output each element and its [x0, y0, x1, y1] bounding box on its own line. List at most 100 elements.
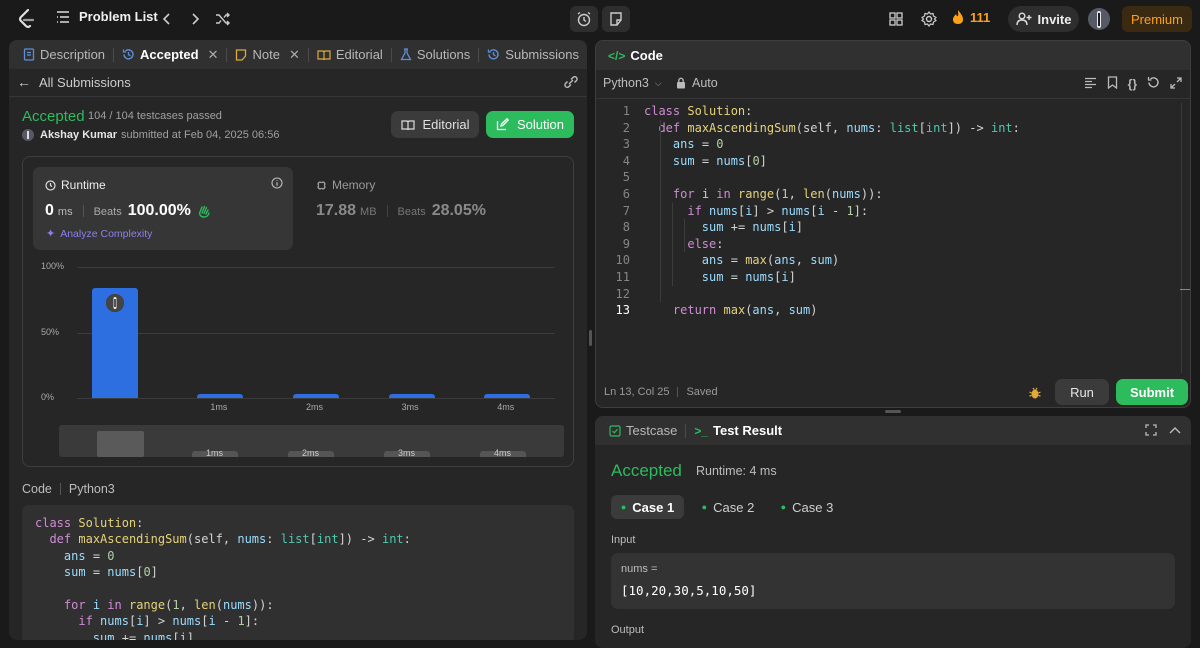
history-icon	[122, 49, 134, 60]
tab-submissions[interactable]: Submissions	[483, 40, 583, 69]
braces-icon[interactable]: {}	[1128, 77, 1137, 91]
code-brackets-icon: </>	[608, 48, 626, 63]
line-number: 4	[622, 153, 630, 168]
close-icon[interactable]: ✕	[208, 47, 219, 63]
tab-description[interactable]: Description	[19, 40, 109, 69]
memory-title: Memory	[316, 178, 375, 192]
expand-icon[interactable]	[1170, 76, 1182, 92]
case-tab-3[interactable]: ● Case 3	[773, 495, 841, 519]
fullscreen-icon[interactable]	[1145, 424, 1157, 439]
output-label: Output	[611, 624, 645, 636]
next-problem-icon[interactable]	[186, 10, 204, 28]
case-tab-1[interactable]: ● Case 1	[611, 495, 684, 519]
checkbox-icon	[609, 424, 621, 437]
runtime-value-row: 0 ms Beats 100.00%	[45, 202, 211, 220]
submission-status: Accepted	[22, 108, 85, 125]
chip-icon	[317, 180, 326, 190]
book-icon	[400, 119, 415, 130]
bookmark-icon[interactable]	[1107, 76, 1118, 92]
clock-icon	[45, 179, 56, 191]
terminal-icon: >_	[694, 423, 708, 438]
code-line[interactable]: for i in range(1, len(nums)):	[644, 186, 883, 203]
tab-solutions[interactable]: Solutions	[396, 40, 474, 69]
tab-testcase[interactable]: Testcase	[605, 416, 681, 445]
mini-tick-label: 3ms	[398, 448, 416, 458]
line-number: 13	[615, 303, 630, 318]
horizontal-resize-handle[interactable]	[885, 410, 901, 413]
code-line[interactable]: sum += nums[i]	[644, 219, 803, 236]
range-handle[interactable]	[97, 431, 144, 457]
tab-accepted[interactable]: Accepted ✕	[118, 40, 222, 69]
share-link-icon[interactable]	[563, 75, 579, 92]
prev-problem-icon[interactable]	[158, 10, 176, 28]
chart-range-selector[interactable]: 1ms 2ms 3ms 4ms	[59, 425, 564, 458]
solution-button[interactable]: Solution	[486, 111, 574, 138]
invite-button[interactable]: Invite	[1008, 6, 1079, 32]
code-line[interactable]: return max(ans, sum)	[644, 302, 818, 319]
result-tab-bar: Testcase >_ Test Result	[595, 416, 1191, 445]
debug-bug-icon[interactable]	[1028, 386, 1042, 403]
code-line[interactable]: ans = 0	[644, 136, 724, 153]
layout-grid-icon[interactable]	[886, 10, 906, 28]
memory-beats-label: Beats	[397, 206, 426, 218]
clap-icon	[198, 205, 210, 218]
settings-gear-icon[interactable]	[919, 10, 939, 28]
chart-bar[interactable]	[197, 394, 244, 398]
chart-bar[interactable]	[293, 394, 339, 398]
close-icon[interactable]: ✕	[289, 47, 300, 63]
notes-button[interactable]	[602, 6, 630, 32]
chart-bar[interactable]	[388, 394, 435, 398]
language-label: Python3	[603, 76, 649, 90]
all-submissions-label: All Submissions	[39, 74, 131, 90]
tab-editorial[interactable]: Editorial	[313, 40, 387, 69]
author-name[interactable]: Akshay Kumar	[40, 129, 117, 141]
leetcode-logo-icon[interactable]	[14, 8, 38, 30]
analyze-complexity-link[interactable]: ✦ Analyze Complexity	[46, 227, 152, 241]
edit-icon	[496, 118, 509, 131]
chart-bar[interactable]	[484, 394, 531, 398]
info-icon[interactable]	[271, 177, 283, 192]
code-line[interactable]: sum = nums[0]	[644, 153, 767, 170]
mini-tick-label: 4ms	[494, 448, 512, 458]
code-tab-bar: </> Code	[596, 41, 1190, 70]
submit-button[interactable]: Submit	[1116, 379, 1188, 405]
collapse-chevron-icon[interactable]	[1169, 424, 1181, 439]
tab-code[interactable]: </> Code	[604, 41, 667, 70]
code-editor[interactable]: 1 class Solution: 2 def maxAscendingSum(se…	[596, 103, 1176, 343]
memory-card[interactable]: Memory 17.88 MB Beats 28.05%	[306, 167, 556, 250]
avatar[interactable]	[1088, 8, 1110, 30]
tab-note-label: Note	[252, 47, 280, 62]
code-line[interactable]: class Solution:	[644, 103, 752, 120]
editorial-button[interactable]: Editorial	[391, 111, 479, 138]
problem-list-button[interactable]: Problem List	[56, 9, 158, 24]
reset-icon[interactable]	[1147, 76, 1160, 92]
case-tab-2[interactable]: ● Case 2	[694, 495, 762, 519]
memory-value-row: 17.88 MB Beats 28.05%	[316, 202, 486, 220]
vertical-resize-handle[interactable]	[589, 330, 592, 346]
lock-icon	[677, 77, 685, 89]
streak-counter[interactable]: 111	[952, 9, 990, 25]
auto-mode-toggle[interactable]: Auto	[676, 76, 718, 90]
language-selector[interactable]: Python3 ⌵	[603, 76, 662, 90]
shuffle-icon[interactable]	[214, 10, 232, 28]
gridline	[77, 398, 555, 399]
line-number: 9	[622, 236, 630, 251]
runtime-beats: 100.00%	[127, 202, 191, 219]
tab-test-result[interactable]: >_ Test Result	[690, 416, 786, 445]
code-line: sum = nums[0]	[63, 565, 158, 580]
timer-button[interactable]	[570, 6, 598, 32]
input-label: Input	[611, 534, 636, 546]
run-button[interactable]: Run	[1055, 379, 1109, 405]
code-line[interactable]: sum = nums[i]	[644, 269, 796, 286]
runtime-unit: ms	[57, 206, 73, 218]
code-line[interactable]: if nums[i] > nums[i - 1]:	[644, 203, 868, 220]
premium-button[interactable]: Premium	[1122, 6, 1192, 32]
code-line[interactable]: def maxAscendingSum(self, nums: list[int…	[644, 120, 1019, 137]
avatar-marker-icon	[105, 293, 124, 312]
tab-note[interactable]: Note ✕	[231, 40, 303, 69]
runtime-card[interactable]: Runtime 0 ms Beats 100.00% ✦ Analyze Com…	[33, 167, 293, 250]
alarm-clock-icon	[577, 11, 591, 27]
code-line[interactable]: ans = max(ans, sum)	[644, 252, 839, 269]
back-to-submissions[interactable]: ← All Submissions	[17, 74, 131, 90]
format-icon[interactable]	[1084, 77, 1097, 92]
